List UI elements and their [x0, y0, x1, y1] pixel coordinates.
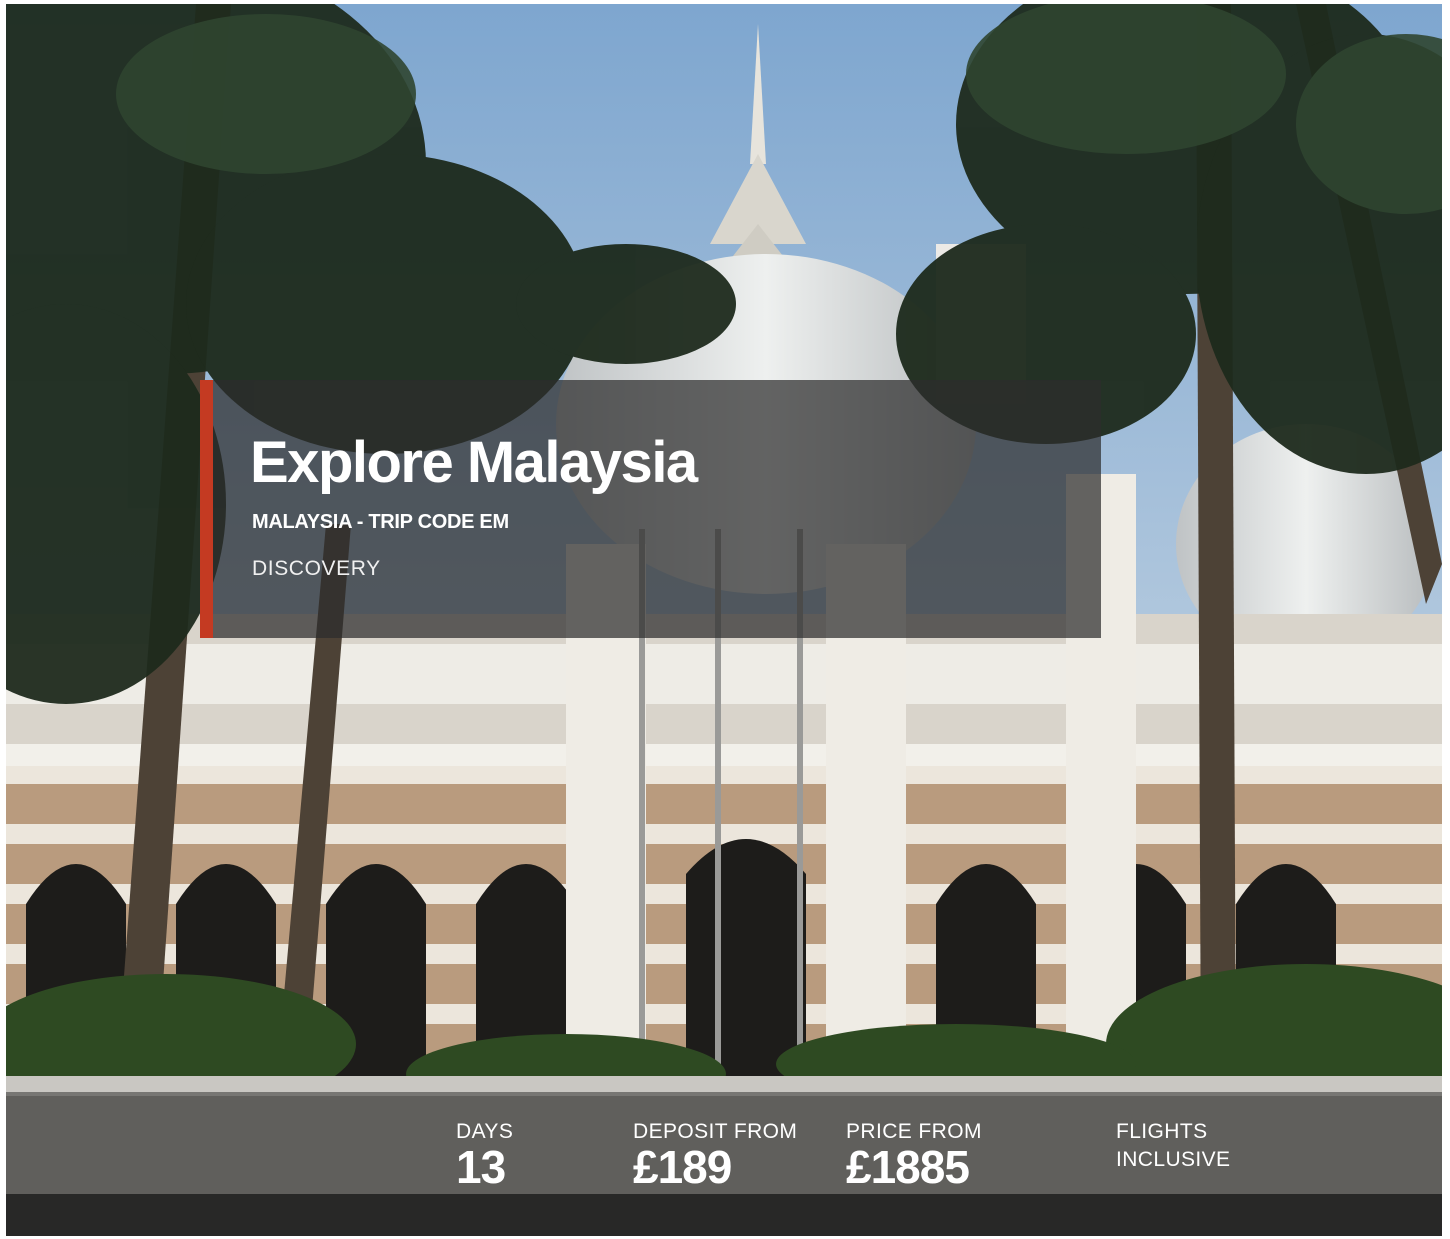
stat-days-value: 13 [456, 1141, 506, 1193]
stat-price-value: £1885 [846, 1141, 970, 1193]
stat-days: DAYS 13 [456, 1118, 513, 1192]
stat-deposit-value: £189 [633, 1141, 732, 1193]
title-accent-bar [200, 380, 213, 638]
hero-banner: Explore Malaysia MALAYSIA - TRIP CODE EM… [6, 4, 1442, 1236]
trip-style: DISCOVERY [252, 557, 381, 580]
stat-deposit: DEPOSIT FROM £189 [633, 1118, 797, 1192]
trip-stats-bar: DAYS 13 DEPOSIT FROM £189 PRICE FROM £18… [6, 1092, 1442, 1236]
stat-flights-label: FLIGHTS INCLUSIVE [1116, 1120, 1231, 1171]
trip-code: MALAYSIA - TRIP CODE EM [252, 511, 509, 533]
trip-title-panel: Explore Malaysia MALAYSIA - TRIP CODE EM… [200, 380, 1101, 638]
stat-price: PRICE FROM £1885 [846, 1118, 982, 1192]
stat-flights: FLIGHTS INCLUSIVE [1116, 1118, 1276, 1174]
trip-title: Explore Malaysia [250, 430, 698, 495]
